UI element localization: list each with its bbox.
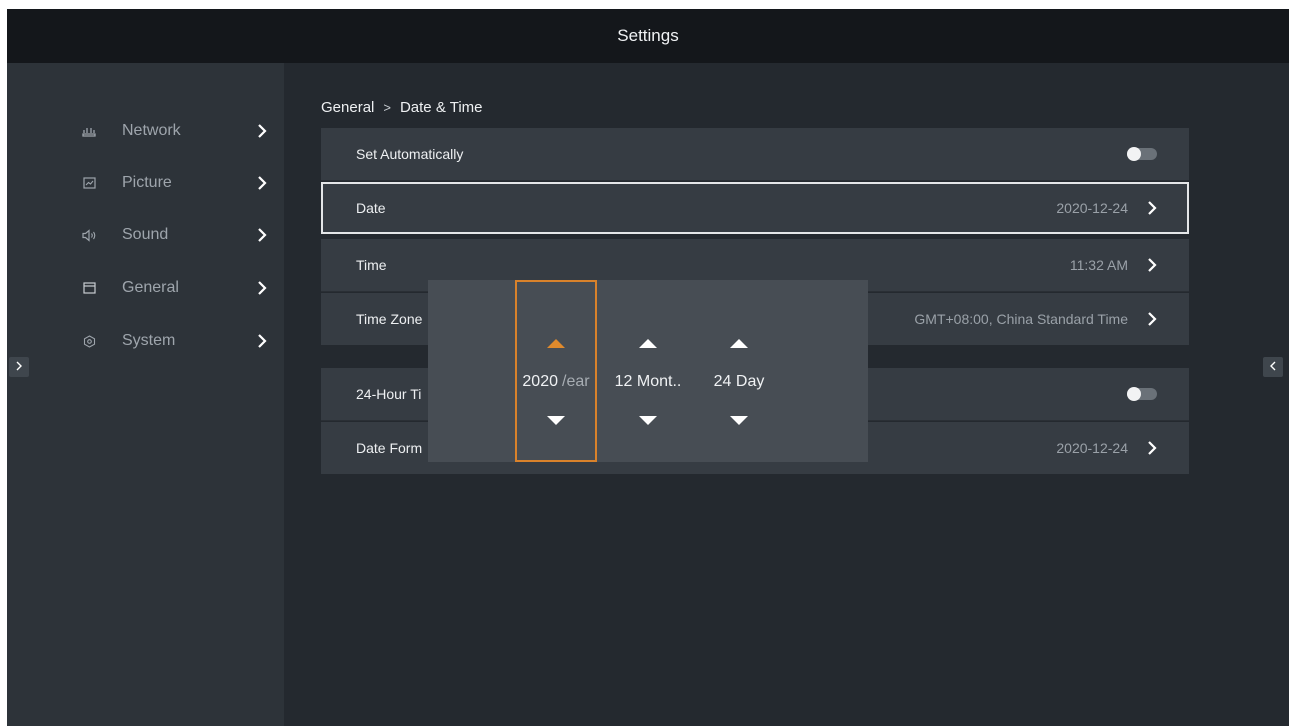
month-down-arrow-icon[interactable] [639,416,657,425]
chevron-right-icon [1145,439,1159,457]
divider [321,180,1189,181]
year-value: 2020/ear [522,373,590,390]
system-icon [81,333,97,349]
title-bar: Settings [7,9,1289,63]
breadcrumb: General > Date & Time [321,99,483,116]
sidebar-item-label: Picture [122,174,172,191]
set-automatically-toggle[interactable] [1127,147,1157,161]
chevron-right-icon [255,332,269,350]
sidebar-item-label: System [122,332,176,349]
expand-left-button[interactable] [9,357,29,377]
chevron-right-icon [255,226,269,244]
network-icon [81,123,97,139]
general-icon [81,280,97,296]
date-picker-dialog: 2020/ear 12 Mont.. 24 Day [428,280,868,462]
toggle-knob [1127,387,1141,401]
date-value: 2020-12-24 [1056,200,1128,216]
set-automatically-row[interactable]: Set Automatically [321,128,1189,180]
month-spinner[interactable]: 12 Mont.. [605,280,691,462]
row-label: Time Zone [356,311,423,327]
chevron-right-icon [255,122,269,140]
sidebar-item-label: General [122,279,179,296]
chevron-right-icon [1145,199,1159,217]
sidebar-item-sound[interactable]: Sound [7,215,284,255]
breadcrumb-parent[interactable]: General [321,99,374,116]
sidebar-item-label: Network [122,122,181,139]
day-up-arrow-icon[interactable] [730,339,748,348]
row-label: Date [356,200,386,216]
sound-icon [81,227,97,243]
month-value: 12 Mont.. [614,373,682,390]
year-down-arrow-icon[interactable] [547,416,565,425]
chevron-right-icon [15,358,23,376]
sidebar-item-system[interactable]: System [7,321,284,361]
chevron-right-icon [1145,256,1159,274]
picture-icon [81,175,97,191]
breadcrumb-current: Date & Time [399,99,483,116]
chevron-right-icon [1145,310,1159,328]
date-format-value: 2020-12-24 [1056,440,1128,456]
breadcrumb-separator: > [383,100,391,115]
day-value: 24 Day [713,373,765,390]
sidebar-item-picture[interactable]: Picture [7,163,284,203]
24-hour-time-toggle[interactable] [1127,387,1157,401]
sidebar-item-network[interactable]: Network [7,111,284,151]
row-label: Date Form [356,440,423,456]
day-down-arrow-icon[interactable] [730,416,748,425]
row-label: Set Automatically [356,146,464,162]
row-label: Time [356,257,387,273]
year-spinner[interactable]: 2020/ear [515,280,597,462]
time-value: 11:32 AM [1069,257,1128,273]
chevron-right-icon [255,279,269,297]
year-up-arrow-icon[interactable] [547,339,565,348]
row-label: 24-Hour Ti [356,386,422,402]
sidebar-item-label: Sound [122,226,169,243]
tv-screen: Settings Network Picture Sound General S… [7,9,1289,726]
day-spinner[interactable]: 24 Day [699,280,779,462]
page-title: Settings [617,26,679,45]
toggle-knob [1127,147,1141,161]
chevron-right-icon [255,174,269,192]
date-row[interactable]: Date 2020-12-24 [321,182,1189,234]
sidebar: Network Picture Sound General System [7,63,284,726]
time-zone-value: GMT+08:00, China Standard Time [914,311,1128,327]
month-up-arrow-icon[interactable] [639,339,657,348]
sidebar-item-general[interactable]: General [7,268,284,308]
